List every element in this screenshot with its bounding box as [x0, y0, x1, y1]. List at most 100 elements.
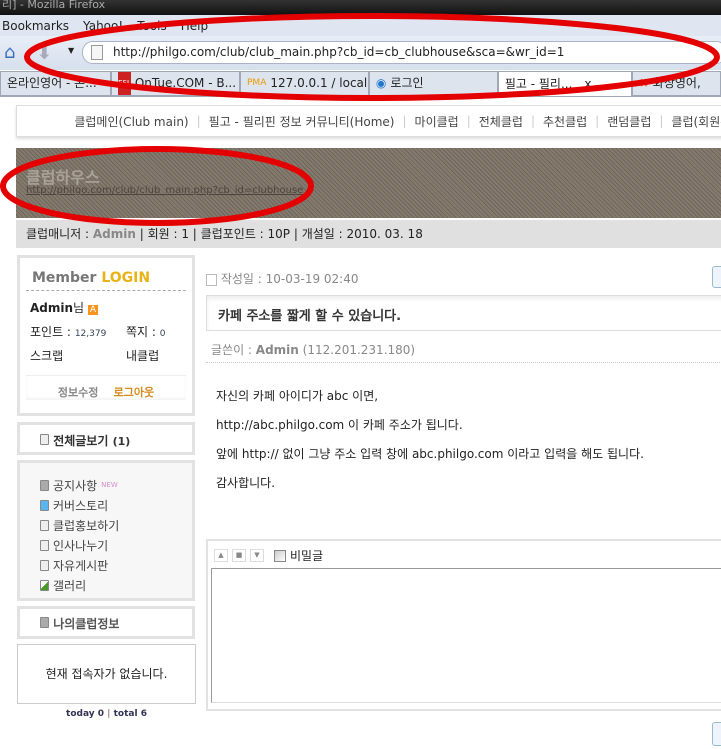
resize-reset-icon[interactable]: ■ — [232, 549, 246, 562]
edit-profile-link[interactable]: 정보수정 — [58, 386, 98, 399]
board-label: 자유게시판 — [53, 558, 109, 573]
post-title: 카페 주소를 짧게 할 수 있습니다. — [206, 295, 721, 331]
nav-home[interactable]: 필고 - 필리핀 정보 커뮤니티(Home) — [209, 113, 395, 130]
club-info-bar: 클럽매니저 : Admin | 회원 : 1 | 클럽포인트 : 10P | 개… — [16, 220, 721, 248]
page-icon — [91, 45, 103, 60]
logout-link[interactable]: 로그아웃 — [114, 386, 154, 399]
visitor-counter: today 0 | total 6 — [66, 709, 147, 719]
tab-video-english[interactable]: ✖ 화상영어, — [631, 71, 721, 96]
memo-value: 0 — [159, 329, 166, 339]
new-badge: NEW — [101, 481, 118, 489]
author-ip: (112.201.231.180) — [302, 343, 416, 357]
menu-bookmarks[interactable]: Bookmarks — [2, 19, 69, 33]
tab-onlineenglish[interactable]: 온라인영어 - 온... — [0, 71, 112, 96]
board-menu: 공지사항 NEW 커버스토리 클럽홍보하기 인사나누기 자유게시판 갤러리 — [17, 460, 195, 601]
pma-icon: PMA — [247, 78, 267, 88]
nav-random[interactable]: 랜덤클럽 — [607, 113, 651, 130]
tab-bar: 온라인영어 - 온... ESL OnTue.COM - B... PMA 127.… — [0, 71, 721, 97]
my-club-info-label: 나의클럽정보 — [53, 617, 120, 631]
address-bar[interactable]: http://philgo.com/club/club_main.php?cb_… — [82, 41, 721, 64]
tab-philgo[interactable]: 필고 - 필리... x — [497, 71, 632, 96]
secret-checkbox[interactable] — [274, 549, 286, 562]
comment-textarea[interactable] — [211, 568, 721, 703]
menu-tools[interactable]: Tools — [137, 19, 167, 33]
tab-ontue[interactable]: ESL OnTue.COM - B... — [111, 71, 240, 96]
nav-by-members[interactable]: 클럽(회원수) — [671, 113, 721, 130]
author-name[interactable]: Admin — [256, 343, 299, 357]
gallery-icon — [40, 579, 49, 591]
board-greetings[interactable]: 인사나누기 — [40, 535, 192, 555]
post-count: (1) — [112, 435, 131, 448]
all-posts-button[interactable]: 전체글보기 (1) — [17, 422, 195, 455]
body-line: 앞에 http:// 없이 그냥 주소 입력 창에 abc.philgo.com… — [216, 447, 644, 461]
tab-phpmyadmin[interactable]: PMA 127.0.0.1 / local... — [240, 71, 369, 96]
club-stats: | 회원 : 1 | 클럽포인트 : 10P | 개설일 : 2010. 03.… — [135, 227, 423, 241]
memo-label[interactable]: 쪽지 : — [126, 325, 156, 339]
manager-name[interactable]: Admin — [93, 227, 136, 241]
download-arrow-icon[interactable]: ⬇ — [36, 40, 53, 64]
board-label: 갤러리 — [53, 578, 87, 593]
club-banner: 클럽하우스 http://philgo.com/club/club_main.p… — [16, 148, 721, 218]
menu-yahoo[interactable]: Yahoo! — [83, 19, 123, 33]
post-author: 글쓴이 : Admin (112.201.231.180) — [206, 334, 721, 363]
submit-comment-button[interactable] — [712, 722, 721, 746]
tab-label: 화상영어, — [652, 76, 701, 90]
notice-icon — [40, 479, 49, 491]
nav-my-club[interactable]: 마이클럽 — [415, 113, 459, 130]
tab-label: OnTue.COM - B... — [134, 76, 237, 90]
document-icon — [40, 539, 49, 551]
manager-label: 클럽매니저 : — [26, 227, 93, 241]
nav-all-clubs[interactable]: 전체클럽 — [479, 113, 523, 130]
tab-label: 127.0.0.1 / local... — [270, 76, 369, 90]
board-label: 클럽홍보하기 — [53, 518, 120, 533]
board-notice[interactable]: 공지사항 NEW — [40, 475, 192, 495]
today-count: today 0 — [66, 709, 105, 719]
my-club-info-button[interactable]: 나의클럽정보 — [17, 606, 195, 639]
nav-club-main[interactable]: 클럽메인(Club main) — [74, 113, 188, 130]
visitors-box: 현재 접속자가 없습니다. — [17, 644, 196, 704]
resize-up-icon[interactable]: ▲ — [214, 549, 228, 562]
board-cover-story[interactable]: 커버스토리 — [40, 495, 192, 515]
home-icon[interactable]: ⌂ — [4, 42, 15, 63]
author-label: 글쓴이 : — [211, 343, 256, 357]
member-login-box: Member LOGIN Admin님 A 포인트 : 12,379 쪽지 : 0… — [17, 255, 195, 416]
menu-help[interactable]: Help — [181, 19, 208, 33]
board-promotion[interactable]: 클럽홍보하기 — [40, 515, 192, 535]
info-icon — [40, 617, 49, 628]
admin-badge-icon: A — [87, 305, 99, 315]
tab-label: 온라인영어 - 온... — [7, 76, 97, 90]
document-icon — [206, 273, 217, 286]
document-icon — [40, 519, 49, 531]
list-icon — [40, 434, 49, 445]
club-url-link[interactable]: http://philgo.com/club/club_main.php?cb_… — [26, 185, 303, 196]
board-gallery[interactable]: 갤러리 — [40, 575, 192, 595]
honorific: 님 — [73, 301, 85, 315]
board-label: 인사나누기 — [53, 538, 109, 553]
list-button[interactable] — [712, 266, 721, 288]
scrap-link[interactable]: 스크랩 — [30, 345, 126, 367]
points-value: 12,379 — [74, 329, 107, 339]
board-label: 공지사항 — [53, 478, 98, 493]
board-label: 커버스토리 — [53, 498, 109, 513]
tab-label: 로그인 — [390, 76, 424, 90]
all-posts-label: 전체글보기 — [53, 434, 109, 448]
board-free[interactable]: 자유게시판 — [40, 555, 192, 575]
user-name: Admin — [30, 301, 74, 315]
menu-bar: Bookmarks Yahoo! Tools Help — [0, 15, 721, 36]
my-club-link[interactable]: 내클럽 — [126, 345, 159, 367]
url-text: http://philgo.com/club/club_main.php?cb_… — [113, 45, 565, 59]
body-line: 감사합니다. — [216, 476, 276, 490]
window-title: 리] - Mozilla Firefox — [0, 0, 721, 15]
close-tab-icon[interactable]: x — [584, 73, 591, 96]
tab-login[interactable]: ◉ 로그인 — [368, 71, 498, 96]
nav-recommended[interactable]: 추천클럽 — [543, 113, 587, 130]
body-line: http://abc.philgo.com 이 카페 주소가 됩니다. — [216, 418, 463, 432]
points-label: 포인트 : — [30, 325, 71, 339]
total-count: total 6 — [113, 709, 147, 719]
dropdown-icon[interactable]: ▼ — [68, 46, 74, 55]
resize-down-icon[interactable]: ▼ — [250, 549, 264, 562]
image-board-icon — [40, 499, 49, 511]
member-title: Member — [32, 270, 97, 286]
date-label: 작성일 : — [220, 272, 266, 286]
puzzle-icon: ✖ — [638, 76, 649, 90]
